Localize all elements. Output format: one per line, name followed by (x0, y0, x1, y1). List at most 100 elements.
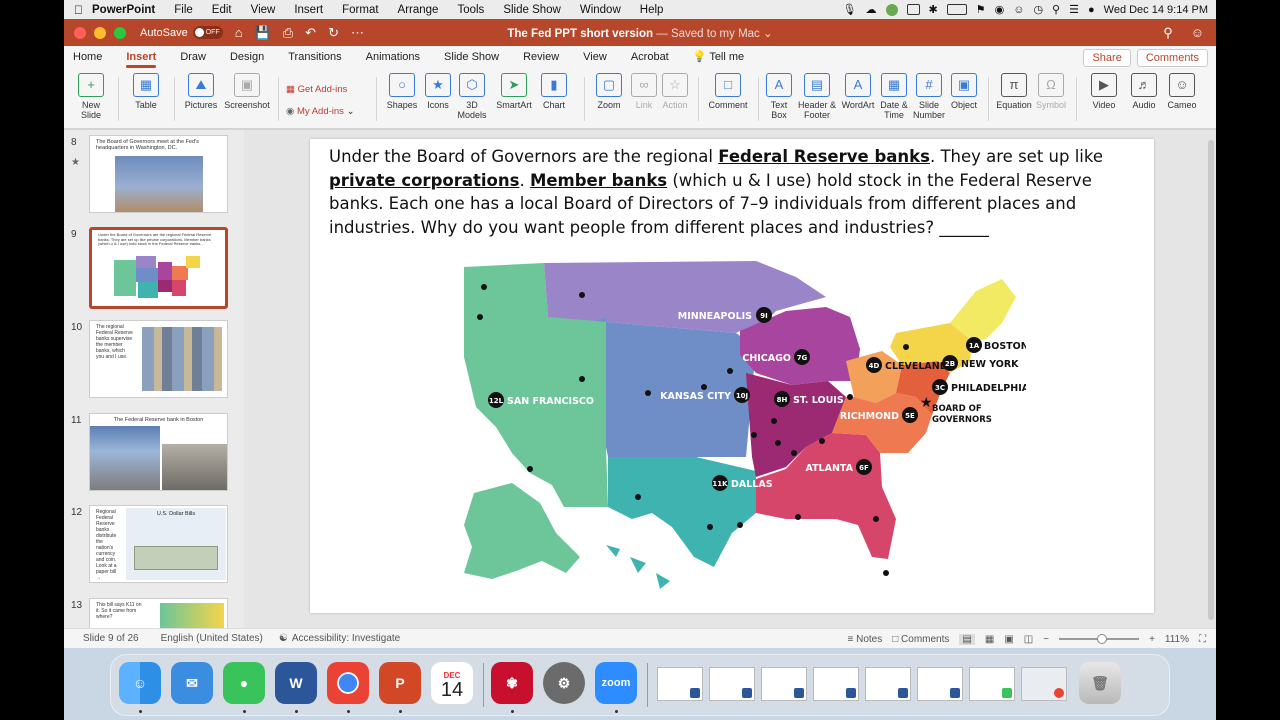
table-button[interactable]: ▦ Table (126, 73, 166, 110)
more-icon[interactable]: ⋯ (351, 25, 364, 41)
date-time-button[interactable]: ▦ Date & Time (878, 73, 910, 120)
zoom-in-icon[interactable]: + (1149, 634, 1155, 645)
time-machine-icon[interactable]: ◷ (1033, 3, 1043, 16)
audio-button[interactable]: ♬ Audio (1126, 73, 1162, 110)
slide-canvas[interactable]: Under the Board of Governors are the reg… (244, 130, 1216, 628)
tab-animations[interactable]: Animations (366, 46, 420, 69)
equation-button[interactable]: π Equation (994, 73, 1034, 110)
slide-thumbnail-8[interactable]: The Board of Governors meet at the Fed's… (89, 135, 228, 213)
menu-edit[interactable]: Edit (212, 4, 232, 16)
wifi-icon[interactable]: ◉ (995, 3, 1005, 16)
comments-button[interactable]: Comments (1136, 49, 1208, 67)
status-dot-icon[interactable] (885, 3, 898, 16)
powerpoint-icon[interactable]: P (379, 662, 421, 704)
tab-transitions[interactable]: Transitions (288, 46, 341, 69)
notes-button[interactable]: ≡ Notes (847, 634, 882, 645)
menu-app-name[interactable]: PowerPoint (92, 4, 155, 16)
comment-button[interactable]: □ Comment (706, 73, 750, 110)
calendar-app-icon[interactable]: DEC 14 (431, 662, 473, 704)
minimized-window[interactable] (865, 667, 911, 701)
microphone-icon[interactable]: 🎙 (843, 3, 857, 16)
tab-slide-show[interactable]: Slide Show (444, 46, 499, 69)
fit-to-window-icon[interactable]: ⛶ (1199, 634, 1206, 645)
print-icon[interactable]: ⎙ (283, 25, 293, 41)
screenshot-button[interactable]: ▣ Screenshot (222, 73, 272, 110)
text-box-button[interactable]: A Text Box (764, 73, 794, 120)
system-settings-icon[interactable]: ⚙ (543, 662, 585, 704)
zoom-app-icon[interactable]: zoom (595, 662, 637, 704)
word-icon[interactable]: W (275, 662, 317, 704)
slide-number-button[interactable]: # Slide Number (912, 73, 946, 120)
slide-thumbnail-12[interactable]: Regional Federal Reserve banks distribut… (89, 505, 228, 583)
acrobat-menu-icon[interactable] (906, 4, 920, 15)
battery-icon[interactable] (946, 4, 967, 15)
action-button[interactable]: ☆ Action (660, 73, 690, 110)
bluetooth-icon[interactable]: ✱ (929, 3, 938, 16)
chrome-icon[interactable] (327, 662, 369, 704)
flag-icon[interactable]: ⚑ (976, 3, 986, 16)
comments-status-button[interactable]: □ Comments (892, 634, 949, 645)
menu-format[interactable]: Format (342, 4, 378, 16)
current-slide[interactable]: Under the Board of Governors are the reg… (310, 139, 1154, 613)
cameo-button[interactable]: ☺ Cameo (1164, 73, 1200, 110)
new-slide-button[interactable]: + New Slide (72, 73, 110, 120)
slide-thumbnail-9[interactable]: Under the Board of Governors are the reg… (89, 227, 228, 309)
mail-icon[interactable]: ✉ (171, 662, 213, 704)
vertical-scrollbar[interactable] (1208, 140, 1214, 620)
wordart-button[interactable]: A WordArt (840, 73, 876, 110)
zoom-level[interactable]: 111% (1165, 634, 1189, 645)
chart-button[interactable]: ▮ Chart (538, 73, 570, 110)
minimized-window[interactable] (761, 667, 807, 701)
federal-reserve-districts-map[interactable]: 9I MINNEAPOLIS 7G CHICAGO 10J KANSAS CIT… (456, 257, 1026, 597)
slide-thumbnail-13[interactable]: This bill says K11 on it. So it came fro… (89, 598, 228, 628)
tab-view[interactable]: View (583, 46, 607, 69)
normal-view-icon[interactable]: ▤ (959, 633, 975, 645)
reading-view-icon[interactable]: ▣ (1004, 634, 1013, 645)
accessibility-checker[interactable]: ☯ Accessibility: Investigate (279, 633, 400, 644)
video-button[interactable]: ▶ Video (1086, 73, 1122, 110)
minimized-window[interactable] (813, 667, 859, 701)
apple-menu-icon[interactable]:  (74, 3, 92, 17)
zoom-slider-knob[interactable] (1097, 634, 1108, 644)
tab-design[interactable]: Design (230, 46, 264, 69)
minimized-window[interactable] (709, 667, 755, 701)
3d-models-button[interactable]: ⬡ 3D Models (456, 73, 488, 120)
zoom-button[interactable]: ▢ Zoom (590, 73, 628, 110)
slide-thumbnail-10[interactable]: The regional Federal Reserve banks super… (89, 320, 228, 398)
menu-view[interactable]: View (251, 4, 276, 16)
language-indicator[interactable]: English (United States) (161, 633, 263, 644)
shapes-button[interactable]: ○ Shapes (382, 73, 422, 110)
slideshow-view-icon[interactable]: ◫ (1024, 634, 1033, 645)
menu-slide-show[interactable]: Slide Show (503, 4, 561, 16)
minimized-window[interactable] (1021, 667, 1067, 701)
minimize-window-button[interactable] (94, 26, 106, 39)
menu-file[interactable]: File (174, 4, 193, 16)
home-icon[interactable]: ⌂ (235, 25, 243, 41)
search-icon[interactable]: ⚲ (1163, 25, 1173, 41)
save-icon[interactable]: 💾 (255, 25, 271, 41)
fullscreen-window-button[interactable] (114, 26, 126, 39)
my-addins-button[interactable]: ◉ My Add-ins ⌄ (286, 101, 355, 123)
icons-button[interactable]: ★ Icons (422, 73, 454, 110)
slide-body-text[interactable]: Under the Board of Governors are the reg… (329, 145, 1144, 239)
tab-draw[interactable]: Draw (180, 46, 206, 69)
menu-help[interactable]: Help (640, 4, 664, 16)
minimized-window[interactable] (917, 667, 963, 701)
minimized-window[interactable] (969, 667, 1015, 701)
menu-window[interactable]: Window (580, 4, 621, 16)
close-window-button[interactable] (74, 26, 86, 39)
spotlight-icon[interactable]: ⚲ (1052, 3, 1060, 16)
slide-sorter-icon[interactable]: ▦ (985, 634, 994, 645)
share-button[interactable]: Share (1083, 49, 1131, 67)
slide-thumbnail-panel[interactable]: 8 ★ The Board of Governors meet at the F… (64, 130, 244, 628)
minimized-window[interactable] (657, 667, 703, 701)
siri-icon[interactable]: ● (1088, 4, 1095, 16)
messages-icon[interactable]: ● (223, 662, 265, 704)
undo-icon[interactable]: ↶ (305, 25, 316, 41)
acrobat-icon[interactable]: ✾ (491, 662, 533, 704)
clock[interactable]: Wed Dec 14 9:14 PM (1104, 4, 1208, 16)
link-button[interactable]: ∞ Link (630, 73, 658, 110)
object-button[interactable]: ▣ Object (948, 73, 980, 110)
autosave-toggle[interactable]: OFF (192, 26, 223, 39)
tab-acrobat[interactable]: Acrobat (631, 46, 669, 69)
